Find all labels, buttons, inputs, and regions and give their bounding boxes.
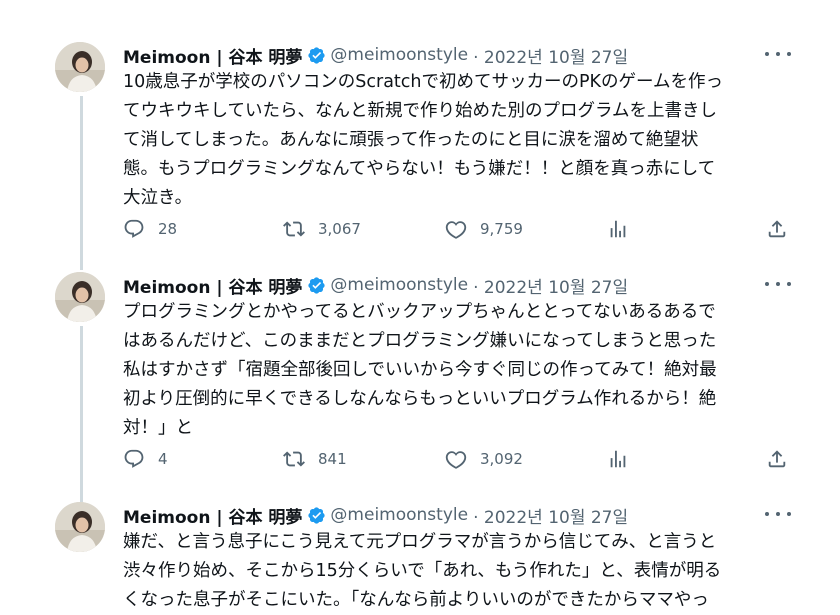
views-button[interactable] xyxy=(607,218,629,240)
more-options-icon[interactable] xyxy=(765,504,791,524)
share-icon xyxy=(768,450,786,468)
like-button[interactable]: 3,092 xyxy=(445,448,523,470)
tweet-actions: 4 841 3,092 xyxy=(123,448,793,472)
tweet-header: Meimoon | 谷本 明夢 @meimoonstyle · 2022년 10… xyxy=(123,270,628,300)
more-options-icon[interactable] xyxy=(765,44,791,64)
verified-badge-icon xyxy=(307,276,326,295)
like-count: 3,092 xyxy=(480,450,523,468)
reply-count: 4 xyxy=(158,450,168,468)
like-icon xyxy=(445,221,467,239)
reply-icon xyxy=(124,219,144,238)
share-button[interactable] xyxy=(766,448,788,470)
tweet-text: 10歳息子が学校のパソコンのScratchで初めてサッカーのPKのゲームを作っ … xyxy=(123,72,723,208)
reply-button[interactable]: 28 xyxy=(123,218,177,240)
retweet-button[interactable]: 3,067 xyxy=(283,218,361,240)
retweet-count: 841 xyxy=(318,450,347,468)
tweet[interactable]: Meimoon | 谷本 明夢 @meimoonstyle · 2022년 10… xyxy=(0,500,840,610)
verified-badge-icon xyxy=(307,506,326,525)
author-handle[interactable]: @meimoonstyle xyxy=(330,45,468,65)
author-handle[interactable]: @meimoonstyle xyxy=(330,275,468,295)
retweet-icon xyxy=(283,221,305,237)
tweet[interactable]: Meimoon | 谷本 明夢 @meimoonstyle · 2022년 10… xyxy=(0,42,840,252)
tweet-header: Meimoon | 谷本 明夢 @meimoonstyle · 2022년 10… xyxy=(123,40,628,70)
retweet-icon xyxy=(283,451,305,467)
author-name[interactable]: Meimoon | 谷本 明夢 xyxy=(123,43,302,68)
retweet-count: 3,067 xyxy=(318,220,361,238)
views-icon xyxy=(610,450,626,468)
author-handle[interactable]: @meimoonstyle xyxy=(330,505,468,525)
tweet-date[interactable]: · 2022년 10월 27일 xyxy=(473,273,628,298)
author-name[interactable]: Meimoon | 谷本 明夢 xyxy=(123,273,302,298)
like-count: 9,759 xyxy=(480,220,523,238)
share-button[interactable] xyxy=(766,218,788,240)
views-button[interactable] xyxy=(607,448,629,470)
retweet-button[interactable]: 841 xyxy=(283,448,347,470)
verified-badge-icon xyxy=(307,46,326,65)
tweet-header: Meimoon | 谷本 明夢 @meimoonstyle · 2022년 10… xyxy=(123,500,628,530)
tweet-date[interactable]: · 2022년 10월 27일 xyxy=(473,503,628,528)
avatar[interactable] xyxy=(55,272,105,322)
reply-count: 28 xyxy=(158,220,178,238)
author-name[interactable]: Meimoon | 谷本 明夢 xyxy=(123,503,302,528)
tweet-actions: 28 3,067 9,759 xyxy=(123,218,793,242)
tweet[interactable]: Meimoon | 谷本 明夢 @meimoonstyle · 2022년 10… xyxy=(0,272,840,482)
tweet-text: 嫌だ、と言う息子にこう見えて元プログラマが言うから信じてみ、と言うと 渋々作り始… xyxy=(123,532,722,610)
avatar[interactable] xyxy=(55,42,105,92)
avatar[interactable] xyxy=(55,502,105,552)
share-icon xyxy=(768,220,786,238)
like-icon xyxy=(445,451,467,469)
like-button[interactable]: 9,759 xyxy=(445,218,523,240)
reply-button[interactable]: 4 xyxy=(123,448,168,470)
views-icon xyxy=(610,220,626,238)
more-options-icon[interactable] xyxy=(765,274,791,294)
tweet-date[interactable]: · 2022년 10월 27일 xyxy=(473,43,628,68)
tweet-text: プログラミングとかやってるとバックアップちゃんととってないあるあるで はあるんだ… xyxy=(123,302,717,438)
reply-icon xyxy=(124,449,144,468)
